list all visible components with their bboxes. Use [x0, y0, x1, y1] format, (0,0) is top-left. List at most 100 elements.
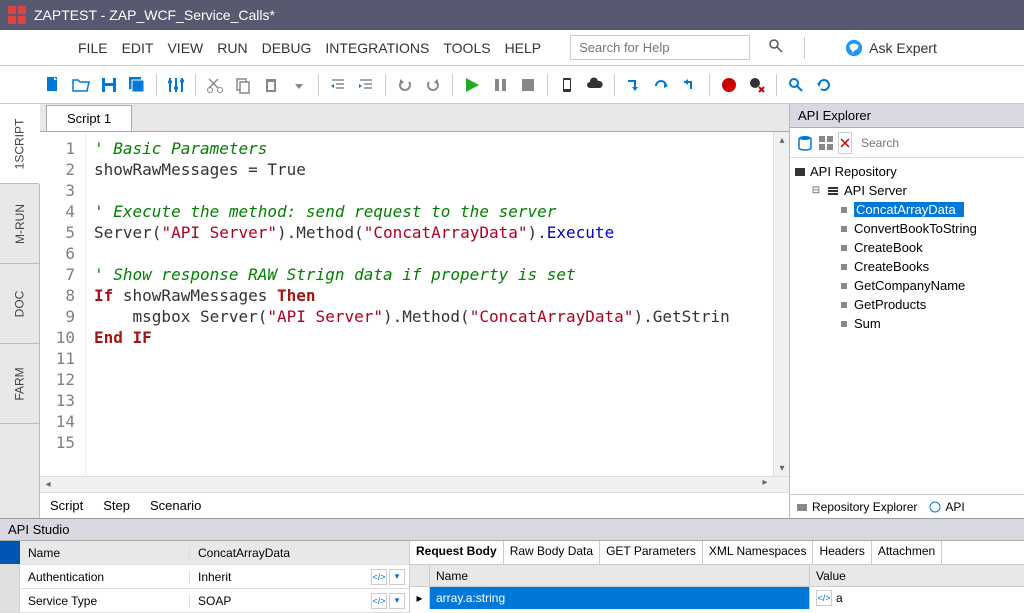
tab-scenario[interactable]: Scenario	[150, 498, 201, 513]
left-side-tabs: 1SCRIPT M-RUN DOC FARM	[0, 104, 40, 518]
find-button[interactable]	[783, 72, 809, 98]
refresh-button[interactable]	[811, 72, 837, 98]
tab-repository-explorer[interactable]: Repository Explorer	[790, 496, 923, 518]
prop-service-label: Service Type	[20, 594, 190, 608]
code-body[interactable]: ' Basic ParametersshowRawMessages = True…	[86, 132, 789, 476]
prop-header-value: ConcatArrayData	[190, 546, 409, 560]
save-button[interactable]	[96, 72, 122, 98]
cloud-button[interactable]	[582, 72, 608, 98]
run-button[interactable]	[459, 72, 485, 98]
menu-tools[interactable]: TOOLS	[443, 40, 490, 56]
redo-button[interactable]	[420, 72, 446, 98]
tree-method-concatarraydata[interactable]: ConcatArrayData	[794, 200, 1020, 219]
tree-method-createbook[interactable]: CreateBook	[794, 238, 1020, 257]
scroll-up-icon[interactable]: ▴	[774, 132, 789, 148]
scroll-down-icon[interactable]: ▾	[774, 460, 789, 476]
prop-service-value[interactable]: SOAP	[198, 594, 231, 608]
api-search-input[interactable]	[856, 133, 1021, 153]
step-into-button[interactable]	[621, 72, 647, 98]
req-header-value: Value	[810, 565, 1024, 586]
tab-raw-body[interactable]: Raw Body Data	[504, 541, 600, 564]
step-over-button[interactable]	[649, 72, 675, 98]
prop-code-icon[interactable]: </>	[371, 569, 387, 585]
tab-get-params[interactable]: GET Parameters	[600, 541, 703, 564]
device-button[interactable]	[554, 72, 580, 98]
prop-code-icon[interactable]: </>	[371, 593, 387, 609]
tab-headers[interactable]: Headers	[813, 541, 871, 564]
script-tabs-bar: Script 1	[40, 104, 789, 132]
api-db-icon[interactable]	[796, 132, 814, 154]
paste-dropdown[interactable]	[286, 72, 312, 98]
record-button[interactable]	[716, 72, 742, 98]
outdent-button[interactable]	[325, 72, 351, 98]
api-grid-icon[interactable]	[818, 132, 834, 154]
api-tree[interactable]: API Repository⊟API ServerConcatArrayData…	[790, 158, 1024, 494]
settings-button[interactable]	[163, 72, 189, 98]
req-code-icon[interactable]: </>	[816, 590, 832, 606]
prop-dropdown-icon[interactable]: ▾	[389, 593, 405, 609]
menu-run[interactable]: RUN	[217, 40, 247, 56]
menu-help[interactable]: HELP	[505, 40, 542, 56]
tab-request-body[interactable]: Request Body	[410, 541, 504, 564]
indent-button[interactable]	[353, 72, 379, 98]
tab-api[interactable]: API	[923, 496, 970, 518]
properties-grid: Name ConcatArrayData Authentication Inhe…	[0, 541, 410, 613]
chat-icon	[845, 39, 863, 57]
script-tab-1[interactable]: Script 1	[46, 105, 132, 131]
pause-button[interactable]	[487, 72, 513, 98]
title-bar: ZAPTEST - ZAP_WCF_Service_Calls*	[0, 0, 1024, 30]
tab-farm[interactable]: FARM	[0, 344, 39, 424]
api-panel-bottom-tabs: Repository Explorer API	[790, 494, 1024, 518]
new-file-button[interactable]	[40, 72, 66, 98]
api-explorer-toolbar	[790, 128, 1024, 158]
stop-record-button[interactable]	[744, 72, 770, 98]
request-body-row[interactable]: ▸ array.a:string </> a	[410, 587, 1024, 609]
prop-dropdown-icon[interactable]: ▾	[389, 569, 405, 585]
prop-auth-value[interactable]: Inherit	[198, 570, 231, 584]
tab-mrun[interactable]: M-RUN	[0, 184, 39, 264]
vertical-scrollbar[interactable]: ▴ ▾	[773, 132, 789, 476]
cut-button[interactable]	[202, 72, 228, 98]
tab-doc[interactable]: DOC	[0, 264, 39, 344]
menu-view[interactable]: VIEW	[167, 40, 203, 56]
code-editor[interactable]: 123456789101112131415 ' Basic Parameters…	[40, 132, 789, 476]
tab-script[interactable]: Script	[50, 498, 83, 513]
save-all-button[interactable]	[124, 72, 150, 98]
row-selector-icon[interactable]: ▸	[410, 587, 430, 609]
horizontal-scrollbar[interactable]: ◂ ▸	[40, 476, 789, 492]
prop-auth-label: Authentication	[20, 570, 190, 584]
search-help-input[interactable]	[570, 35, 750, 60]
menu-file[interactable]: FILE	[78, 40, 108, 56]
api-delete-icon[interactable]	[838, 132, 852, 154]
title-app: ZAPTEST - ZAP_WCF_Service_Calls*	[34, 7, 275, 23]
tree-method-convertbooktostring[interactable]: ConvertBookToString	[794, 219, 1020, 238]
tree-method-getcompanyname[interactable]: GetCompanyName	[794, 276, 1020, 295]
scroll-right-icon[interactable]: ▸	[757, 477, 773, 488]
tree-method-sum[interactable]: Sum	[794, 314, 1020, 333]
api-explorer-title: API Explorer	[790, 104, 1024, 128]
tab-attachments[interactable]: Attachmen	[872, 541, 942, 564]
copy-button[interactable]	[230, 72, 256, 98]
tree-method-getproducts[interactable]: GetProducts	[794, 295, 1020, 314]
tab-xml-ns[interactable]: XML Namespaces	[703, 541, 814, 564]
undo-button[interactable]	[392, 72, 418, 98]
tree-api-repository[interactable]: API Repository	[794, 162, 1020, 181]
menu-integrations[interactable]: INTEGRATIONS	[325, 40, 429, 56]
menu-edit[interactable]: EDIT	[122, 40, 154, 56]
req-row-value[interactable]: a	[836, 591, 843, 605]
search-help-icon[interactable]	[768, 38, 784, 57]
line-gutter: 123456789101112131415	[40, 132, 86, 476]
tab-1script[interactable]: 1SCRIPT	[0, 104, 40, 184]
paste-button[interactable]	[258, 72, 284, 98]
tree-method-createbooks[interactable]: CreateBooks	[794, 257, 1020, 276]
tree-api-server[interactable]: ⊟API Server	[794, 181, 1020, 200]
stop-button[interactable]	[515, 72, 541, 98]
open-folder-button[interactable]	[68, 72, 94, 98]
menu-debug[interactable]: DEBUG	[262, 40, 312, 56]
scroll-left-icon[interactable]: ◂	[40, 477, 56, 492]
tab-step[interactable]: Step	[103, 498, 130, 513]
step-out-button[interactable]	[677, 72, 703, 98]
toolbar	[0, 66, 1024, 104]
ask-expert-button[interactable]: Ask Expert	[845, 39, 937, 57]
req-row-name[interactable]: array.a:string	[430, 587, 810, 609]
